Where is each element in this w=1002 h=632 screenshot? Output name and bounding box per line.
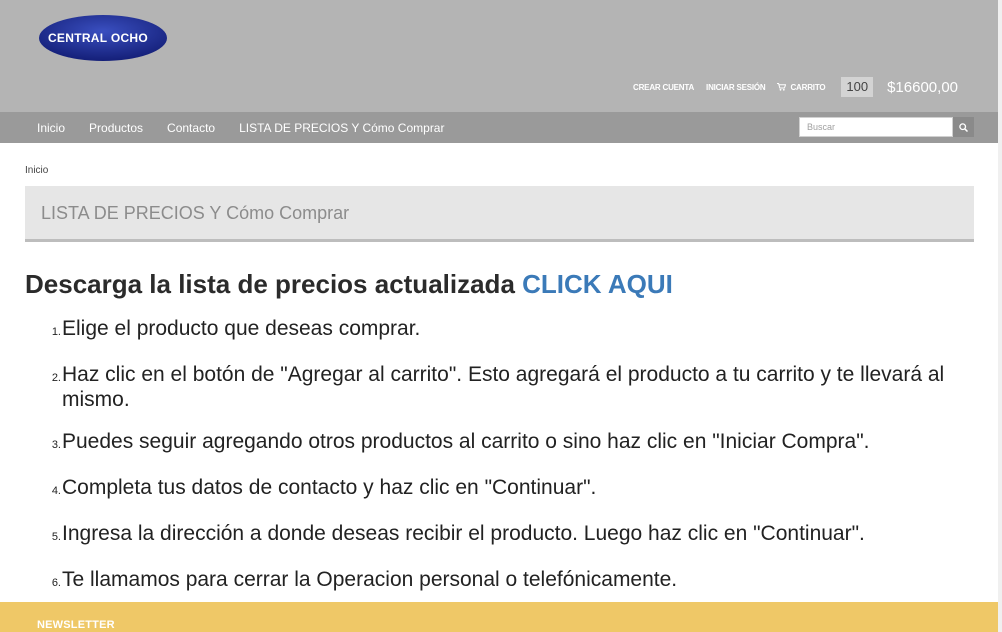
step-number: 5. [51,531,61,543]
step-number: 3. [51,439,61,451]
nav-item-productos[interactable]: Productos [77,121,155,135]
list-item: 4. Completa tus datos de contacto y haz … [25,475,965,504]
step-text: Puedes seguir agregando otros productos … [62,430,870,453]
step-number: 2. [51,372,61,384]
step-text: Ingresa la dirección a donde deseas reci… [62,522,865,545]
step-number: 4. [51,485,61,497]
step-number: 1. [51,326,61,338]
cart-count-badge[interactable]: 100 [841,77,874,97]
search-box [799,117,974,137]
create-account-link[interactable]: CREAR CUENTA [633,83,694,92]
list-item: 2. Haz clic en el botón de "Agregar al c… [25,362,965,412]
nav-item-contacto[interactable]: Contacto [155,121,227,135]
site-header: CENTRAL OCHO CREAR CUENTA INICIAR SESIÓN… [0,0,1002,112]
cart-label: CARRITO [790,82,826,92]
nav-item-inicio[interactable]: Inicio [25,121,77,135]
list-item: 5. Ingresa la dirección a donde deseas r… [25,521,965,550]
step-text: Te llamamos para cerrar la Operacion per… [62,568,678,591]
steps-list: 1. Elige el producto que deseas comprar.… [25,316,965,613]
cart-link[interactable]: CARRITO [777,82,826,92]
page-title-bar: LISTA DE PRECIOS Y Cómo Comprar [25,186,974,242]
page-scrollbar[interactable] [998,0,1002,632]
account-links: CREAR CUENTA INICIAR SESIÓN CARRITO 100 … [621,77,958,97]
step-text: Haz clic en el botón de "Agregar al carr… [62,363,945,411]
search-icon [959,122,968,132]
central-ocho-logo[interactable]: CENTRAL OCHO [38,14,168,62]
list-item: 6. Te llamamos para cerrar la Operacion … [25,567,965,596]
click-aqui-link[interactable]: CLICK AQUI [522,269,673,299]
cart-total[interactable]: $16600,00 [887,79,958,96]
newsletter-label: NEWSLETTER [37,619,115,631]
login-link[interactable]: INICIAR SESIÓN [706,83,766,92]
search-input[interactable] [799,117,953,137]
step-text: Elige el producto que deseas comprar. [62,317,421,340]
step-number: 6. [51,577,61,589]
newsletter-bar: NEWSLETTER [0,602,998,632]
content-title: Descarga la lista de precios actualizada… [25,269,673,300]
logo-text: CENTRAL OCHO [48,31,148,45]
step-text: Completa tus datos de contacto y haz cli… [62,476,597,499]
cart-icon [777,83,787,91]
search-button[interactable] [953,117,974,137]
list-item: 3. Puedes seguir agregando otros product… [25,429,965,458]
content-title-text: Descarga la lista de precios actualizada [25,269,515,299]
list-item: 1. Elige el producto que deseas comprar. [25,316,965,345]
breadcrumb[interactable]: Inicio [25,165,48,176]
nav-item-lista-precios[interactable]: LISTA DE PRECIOS Y Cómo Comprar [227,121,456,135]
page-title: LISTA DE PRECIOS Y Cómo Comprar [41,203,350,223]
